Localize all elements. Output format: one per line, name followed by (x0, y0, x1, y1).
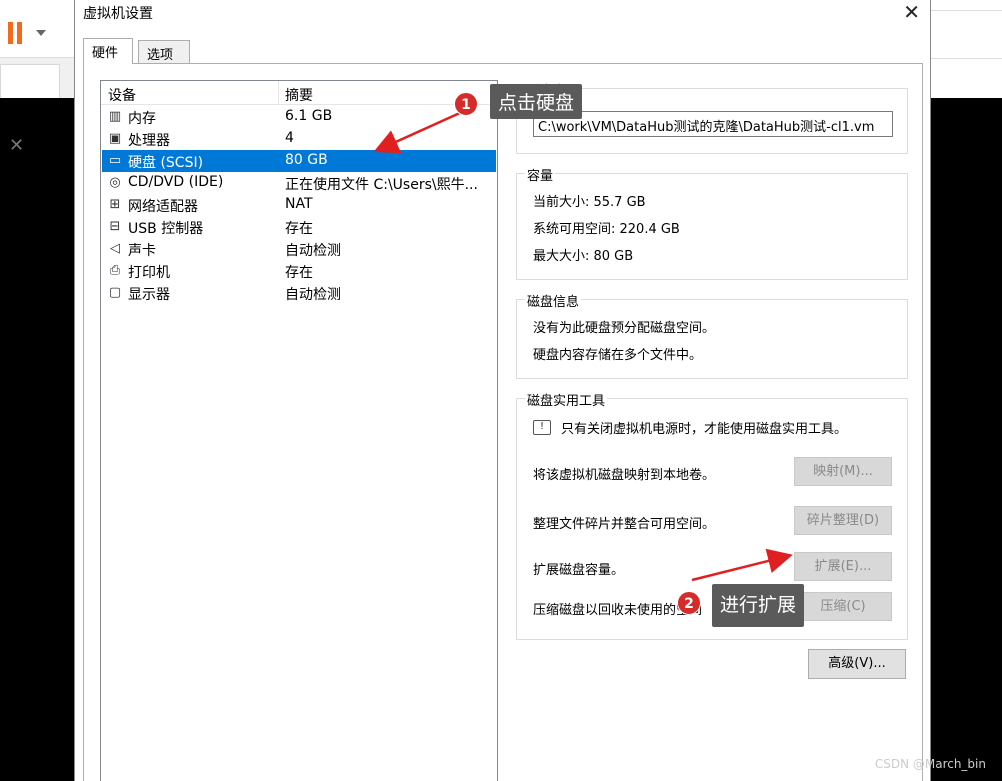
disk-file-path-field[interactable]: C:\work\VM\DataHub测试的克隆\DataHub测试-cl1.vm (533, 111, 893, 137)
device-row-sound[interactable]: ◁ 声卡 自动检测 (102, 238, 496, 260)
chevron-down-icon[interactable] (36, 30, 46, 36)
close-icon[interactable]: ✕ (903, 0, 920, 24)
pause-icon[interactable] (8, 22, 24, 44)
device-summary: 80 GB (285, 152, 328, 168)
tab-options[interactable]: 选项 (138, 40, 190, 64)
printer-icon: ⎙ (109, 263, 121, 278)
disk-utilities-title: 磁盘实用工具 (525, 390, 608, 409)
callout-click-disk: 点击硬盘 (490, 84, 583, 119)
device-summary: 4 (285, 130, 294, 146)
device-row-monitor[interactable]: ▢ 显示器 自动检测 (102, 282, 496, 304)
available-space: 系统可用空间: 220.4 GB (533, 222, 680, 237)
step-badge-1: 1 (454, 92, 478, 116)
device-summary: 自动检测 (285, 243, 341, 259)
device-row-cpu[interactable]: ▣ 处理器 4 (102, 128, 496, 150)
device-row-memory[interactable]: ▥ 内存 6.1 GB (102, 106, 496, 128)
memory-icon: ▥ (108, 109, 122, 124)
device-row-hard-disk[interactable]: ▭ 硬盘 (SCSI) 80 GB (102, 150, 496, 172)
background-tab[interactable]: ✕ (0, 64, 60, 156)
current-size: 当前大小: 55.7 GB (533, 195, 646, 210)
device-list: 设备 摘要 ▥ 内存 6.1 GB ▣ 处理器 4 ▭ 硬盘 (SCSI) 80… (100, 80, 498, 781)
advanced-button[interactable]: 高级(V)... (808, 649, 906, 679)
device-name: CD/DVD (IDE) (128, 174, 224, 190)
device-summary: 存在 (285, 221, 313, 237)
device-row-usb[interactable]: ⊟ USB 控制器 存在 (102, 216, 496, 238)
device-summary: NAT (285, 196, 313, 212)
monitor-icon: ▢ (108, 285, 122, 300)
column-header-summary[interactable]: 摘要 (285, 85, 313, 105)
device-summary: 正在使用文件 C:\Users\熙牛... (285, 177, 478, 193)
disk-info-group: 磁盘信息 没有为此硬盘预分配磁盘空间。 硬盘内容存储在多个文件中。 (516, 291, 908, 379)
disk-info-line1: 没有为此硬盘预分配磁盘空间。 (533, 321, 716, 336)
device-summary: 存在 (285, 265, 313, 281)
disk-info-line2: 硬盘内容存储在多个文件中。 (533, 348, 703, 363)
callout-expand: 进行扩展 (712, 584, 805, 627)
dialog-title: 虚拟机设置 (83, 6, 153, 22)
title-bar: 虚拟机设置 ✕ (75, 0, 930, 26)
column-header-device[interactable]: 设备 (108, 85, 136, 105)
expand-button[interactable]: 扩展(E)... (794, 552, 892, 581)
network-icon: ⊞ (109, 197, 121, 212)
tab-hardware[interactable]: 硬件 (83, 38, 133, 64)
background-toolbar (0, 0, 74, 58)
background-right-strip (931, 0, 1002, 98)
device-name: 内存 (128, 111, 156, 127)
compact-button[interactable]: 压缩(C) (794, 592, 892, 621)
info-icon: ! (533, 420, 551, 435)
utilities-notice: 只有关闭虚拟机电源时，才能使用磁盘实用工具。 (561, 422, 848, 437)
max-size: 最大大小: 80 GB (533, 249, 634, 264)
expand-text: 扩展磁盘容量。 (533, 563, 625, 578)
device-name: USB 控制器 (128, 221, 204, 237)
cd-dvd-icon: ◎ (109, 175, 121, 190)
device-name: 声卡 (128, 243, 156, 259)
watermark: CSDN @March_bin (874, 757, 986, 771)
device-row-cd-dvd[interactable]: ◎ CD/DVD (IDE) 正在使用文件 C:\Users\熙牛... (102, 172, 496, 194)
map-button[interactable]: 映射(M)... (794, 457, 892, 486)
defrag-button[interactable]: 碎片整理(D) (794, 506, 892, 535)
map-text: 将该虚拟机磁盘映射到本地卷。 (533, 468, 716, 483)
list-header: 设备 摘要 (101, 81, 497, 105)
device-name: 硬盘 (SCSI) (128, 155, 204, 171)
capacity-group: 容量 当前大小: 55.7 GB 系统可用空间: 220.4 GB 最大大小: … (516, 165, 908, 280)
step-badge-2: 2 (677, 591, 701, 615)
hard-disk-icon: ▭ (108, 153, 122, 168)
device-summary: 自动检测 (285, 287, 341, 303)
device-name: 处理器 (128, 133, 170, 149)
device-name: 网络适配器 (128, 199, 198, 215)
defrag-text: 整理文件碎片并整合可用空间。 (533, 517, 716, 532)
device-row-network[interactable]: ⊞ 网络适配器 NAT (102, 194, 496, 216)
device-name: 显示器 (128, 287, 170, 303)
device-row-printer[interactable]: ⎙ 打印机 存在 (102, 260, 496, 282)
disk-info-title: 磁盘信息 (525, 291, 582, 310)
usb-icon: ⊟ (109, 219, 121, 234)
close-icon[interactable]: ✕ (9, 135, 24, 156)
capacity-title: 容量 (525, 165, 556, 184)
sound-icon: ◁ (110, 241, 120, 256)
cpu-icon: ▣ (108, 131, 122, 146)
tab-content: 设备 摘要 ▥ 内存 6.1 GB ▣ 处理器 4 ▭ 硬盘 (SCSI) 80… (83, 63, 923, 781)
device-name: 打印机 (128, 265, 170, 281)
